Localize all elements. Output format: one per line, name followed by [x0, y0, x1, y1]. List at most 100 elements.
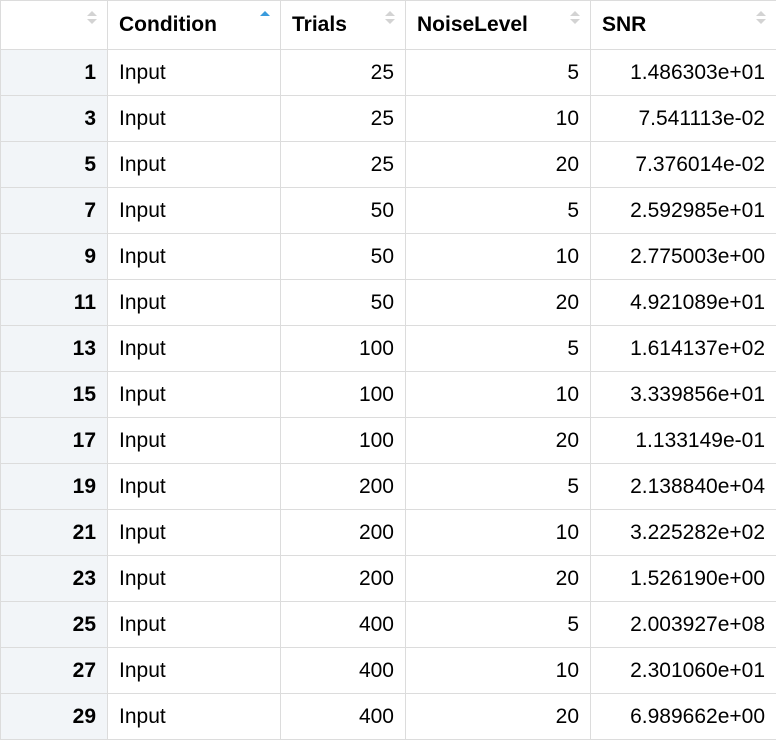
row-name-cell: 27	[0, 647, 108, 694]
column-header-trials[interactable]: Trials	[280, 0, 406, 50]
row-name-cell: 23	[0, 555, 108, 602]
row-name-cell: 9	[0, 233, 108, 280]
trials-cell: 25	[280, 49, 406, 96]
noiselevel-cell: 20	[405, 555, 591, 602]
trials-cell: 200	[280, 555, 406, 602]
snr-cell: 2.138840e+04	[590, 463, 776, 510]
sort-icon[interactable]	[756, 11, 766, 27]
noiselevel-cell: 5	[405, 49, 591, 96]
column-header-row-names[interactable]	[0, 0, 108, 50]
noiselevel-cell: 10	[405, 95, 591, 142]
sort-icon[interactable]	[87, 11, 97, 27]
noiselevel-cell: 10	[405, 509, 591, 556]
noiselevel-cell: 10	[405, 233, 591, 280]
table-body: 1 Input 25 5 1.486303e+01 3 Input 25 10 7.541113e…	[0, 49, 776, 740]
table-row: 5 Input 25 20 7.376014e-02	[0, 141, 776, 188]
sort-icon[interactable]	[570, 11, 580, 27]
noiselevel-cell: 5	[405, 463, 591, 510]
snr-cell: 2.003927e+08	[590, 601, 776, 648]
row-name-cell: 7	[0, 187, 108, 234]
column-header-label: Condition	[119, 13, 217, 36]
table-row: 17 Input 100 20 1.133149e-01	[0, 417, 776, 464]
row-name-cell: 17	[0, 417, 108, 464]
snr-cell: 4.921089e+01	[590, 279, 776, 326]
condition-cell: Input	[107, 187, 281, 234]
trials-cell: 400	[280, 693, 406, 740]
snr-cell: 7.376014e-02	[590, 141, 776, 188]
trials-cell: 400	[280, 601, 406, 648]
snr-cell: 1.133149e-01	[590, 417, 776, 464]
condition-cell: Input	[107, 555, 281, 602]
trials-cell: 25	[280, 95, 406, 142]
row-name-cell: 1	[0, 49, 108, 96]
trials-cell: 200	[280, 509, 406, 556]
condition-cell: Input	[107, 601, 281, 648]
sort-icon[interactable]	[385, 11, 395, 27]
snr-cell: 3.339856e+01	[590, 371, 776, 418]
table-row: 13 Input 100 5 1.614137e+02	[0, 325, 776, 372]
trials-cell: 50	[280, 279, 406, 326]
table-row: 27 Input 400 10 2.301060e+01	[0, 647, 776, 694]
condition-cell: Input	[107, 95, 281, 142]
sort-ascending-icon[interactable]	[260, 11, 270, 27]
data-table: Condition Trials NoiseLevel SNR 1 Input 25…	[0, 0, 776, 740]
table-row: 11 Input 50 20 4.921089e+01	[0, 279, 776, 326]
trials-cell: 100	[280, 325, 406, 372]
table-row: 23 Input 200 20 1.526190e+00	[0, 555, 776, 602]
row-name-cell: 29	[0, 693, 108, 740]
row-name-cell: 21	[0, 509, 108, 556]
snr-cell: 6.989662e+00	[590, 693, 776, 740]
noiselevel-cell: 5	[405, 601, 591, 648]
snr-cell: 3.225282e+02	[590, 509, 776, 556]
noiselevel-cell: 20	[405, 141, 591, 188]
column-header-label: SNR	[602, 13, 647, 36]
condition-cell: Input	[107, 509, 281, 556]
snr-cell: 2.775003e+00	[590, 233, 776, 280]
condition-cell: Input	[107, 417, 281, 464]
column-header-label: Trials	[292, 13, 347, 36]
noiselevel-cell: 20	[405, 417, 591, 464]
trials-cell: 100	[280, 371, 406, 418]
condition-cell: Input	[107, 233, 281, 280]
table-row: 3 Input 25 10 7.541113e-02	[0, 95, 776, 142]
condition-cell: Input	[107, 49, 281, 96]
condition-cell: Input	[107, 141, 281, 188]
header-row: Condition Trials NoiseLevel SNR	[0, 0, 776, 50]
table-header: Condition Trials NoiseLevel SNR	[0, 0, 776, 50]
trials-cell: 50	[280, 187, 406, 234]
noiselevel-cell: 20	[405, 279, 591, 326]
condition-cell: Input	[107, 279, 281, 326]
condition-cell: Input	[107, 463, 281, 510]
snr-cell: 7.541113e-02	[590, 95, 776, 142]
table-row: 9 Input 50 10 2.775003e+00	[0, 233, 776, 280]
noiselevel-cell: 5	[405, 325, 591, 372]
row-name-cell: 3	[0, 95, 108, 142]
table-row: 19 Input 200 5 2.138840e+04	[0, 463, 776, 510]
column-header-snr[interactable]: SNR	[590, 0, 776, 50]
table-row: 1 Input 25 5 1.486303e+01	[0, 49, 776, 96]
condition-cell: Input	[107, 693, 281, 740]
condition-cell: Input	[107, 371, 281, 418]
snr-cell: 1.486303e+01	[590, 49, 776, 96]
column-header-condition[interactable]: Condition	[107, 0, 281, 50]
condition-cell: Input	[107, 647, 281, 694]
table-row: 25 Input 400 5 2.003927e+08	[0, 601, 776, 648]
row-name-cell: 15	[0, 371, 108, 418]
snr-cell: 1.614137e+02	[590, 325, 776, 372]
trials-cell: 25	[280, 141, 406, 188]
snr-cell: 2.301060e+01	[590, 647, 776, 694]
snr-cell: 1.526190e+00	[590, 555, 776, 602]
noiselevel-cell: 20	[405, 693, 591, 740]
condition-cell: Input	[107, 325, 281, 372]
column-header-noiselevel[interactable]: NoiseLevel	[405, 0, 591, 50]
column-header-label: NoiseLevel	[417, 13, 528, 36]
trials-cell: 100	[280, 417, 406, 464]
noiselevel-cell: 10	[405, 371, 591, 418]
table-row: 29 Input 400 20 6.989662e+00	[0, 693, 776, 740]
row-name-cell: 11	[0, 279, 108, 326]
trials-cell: 50	[280, 233, 406, 280]
row-name-cell: 13	[0, 325, 108, 372]
table-row: 21 Input 200 10 3.225282e+02	[0, 509, 776, 556]
row-name-cell: 25	[0, 601, 108, 648]
trials-cell: 400	[280, 647, 406, 694]
